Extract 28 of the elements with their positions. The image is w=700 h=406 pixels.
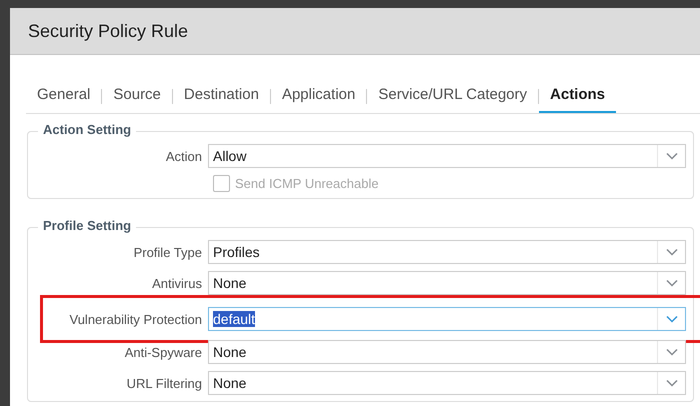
dropdown-field[interactable]: Profiles bbox=[208, 240, 686, 264]
chevron-down-icon bbox=[666, 348, 678, 356]
tab[interactable]: Service/URL Category bbox=[367, 80, 538, 112]
field-label: Action bbox=[164, 148, 203, 164]
field-label: URL Filtering bbox=[126, 376, 203, 390]
chevron-down-icon bbox=[666, 279, 678, 287]
chevron-down-icon bbox=[666, 152, 678, 160]
group-title: Action Setting bbox=[38, 122, 136, 137]
checkbox-label: Send ICMP Unreachable bbox=[235, 176, 379, 191]
chevron-down-icon bbox=[666, 379, 678, 387]
group-title: Profile Setting bbox=[38, 218, 136, 233]
tab[interactable]: Actions bbox=[539, 80, 616, 112]
tab[interactable]: Destination bbox=[172, 80, 270, 112]
dropdown-field[interactable]: None bbox=[208, 340, 686, 364]
dropdown-field[interactable]: None bbox=[208, 271, 686, 295]
tab[interactable]: Application bbox=[270, 80, 366, 112]
window-title: Security Policy Rule bbox=[28, 20, 188, 42]
chevron-down-icon bbox=[666, 248, 678, 256]
dropdown-field[interactable]: None bbox=[208, 371, 686, 395]
field-label: Profile Type bbox=[132, 244, 203, 260]
field-label: Anti-Spyware bbox=[124, 344, 203, 360]
field-label: Antivirus bbox=[151, 276, 203, 290]
chevron-down-icon bbox=[666, 315, 678, 323]
field-label: Vulnerability Protection bbox=[68, 312, 203, 326]
tab[interactable]: Source bbox=[102, 80, 172, 112]
dropdown-field[interactable]: default bbox=[208, 307, 686, 331]
dropdown-field[interactable]: Allow bbox=[208, 144, 686, 168]
tab[interactable]: General bbox=[26, 80, 102, 112]
